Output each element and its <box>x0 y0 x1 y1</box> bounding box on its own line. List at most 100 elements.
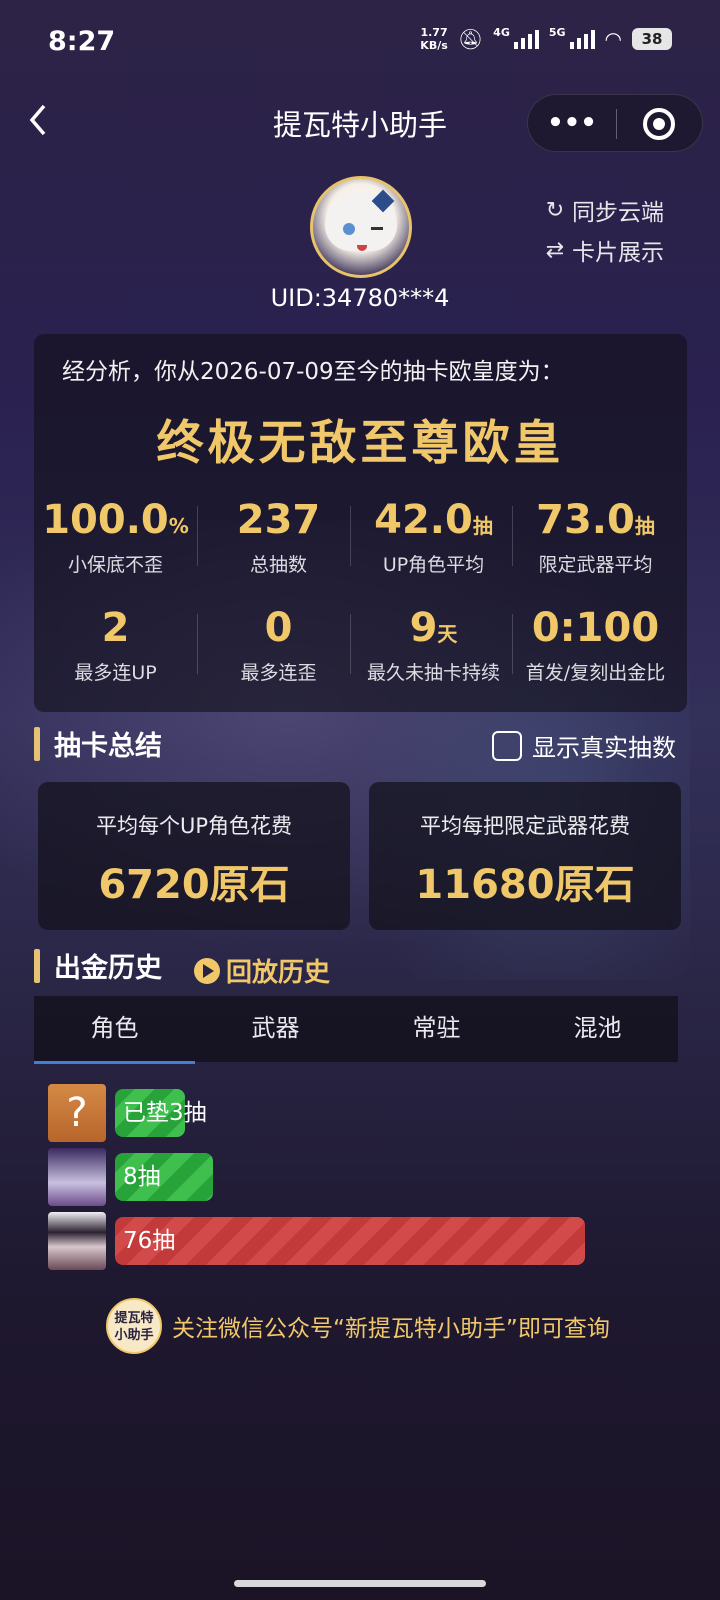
stat-number: 73.0 <box>536 497 635 543</box>
user-uid: UID:34780***4 <box>270 284 450 312</box>
stat-unit: % <box>168 514 189 538</box>
sync-cloud-button[interactable]: ↻ 同步云端 <box>544 190 664 230</box>
speed-unit: KB/s <box>420 39 448 52</box>
stat-number: 100.0 <box>42 497 169 543</box>
replay-history-button[interactable]: 回放历史 <box>194 952 330 989</box>
pity-bar: 已垫3抽 <box>115 1089 207 1137</box>
stat-unit: 抽 <box>634 514 655 538</box>
profile-actions: ↻ 同步云端 ⇄ 卡片展示 <box>544 190 664 270</box>
character-thumb <box>48 1212 106 1270</box>
stat-divider <box>512 614 513 674</box>
tab-standard[interactable]: 常驻 <box>356 996 517 1062</box>
sync-cloud-label: 同步云端 <box>572 200 664 226</box>
cost-card-title: 平均每把限定武器花费 <box>420 814 630 838</box>
section-accent-bar <box>34 948 40 983</box>
stat-label: 首发/复刻出金比 <box>525 662 666 684</box>
mute-bell-icon: 🔕︎ <box>457 27 484 51</box>
stat-number: 42.0 <box>374 497 473 543</box>
stat-label: 小保底不歪 <box>67 554 163 576</box>
app-logo: 提瓦特 小助手 <box>106 1298 162 1354</box>
status-icons: 1.77 KB/s 🔕︎ 4G 5G ◠ 38 <box>420 26 672 52</box>
summary-section-title: 抽卡总结 <box>34 724 162 763</box>
stat-value: 73.0抽 <box>514 494 677 546</box>
checkbox-icon[interactable] <box>492 730 522 761</box>
stat-number: 2 <box>101 605 130 651</box>
mini-program-capsule: ••• <box>527 94 703 152</box>
stat-value: 42.0抽 <box>352 494 515 546</box>
footer-text: 关注微信公众号“新提瓦特小助手”即可查询 <box>172 1316 610 1342</box>
tab-weapon[interactable]: 武器 <box>195 996 356 1062</box>
stat-number: 237 <box>236 497 321 543</box>
cost-card-title: 平均每个UP角色花费 <box>95 814 293 838</box>
stat-divider <box>350 614 351 674</box>
stat-label: 总抽数 <box>249 554 307 576</box>
stat-value: 9天 <box>352 602 515 654</box>
stat-value: 2 <box>34 602 197 654</box>
cost-card-value: 6720原石 <box>98 862 290 908</box>
refresh-icon: ↻ <box>545 197 565 223</box>
history-section-title: 出金历史 <box>34 946 162 985</box>
stat-divider <box>350 506 351 566</box>
stat-label: UP角色平均 <box>382 554 485 576</box>
tab-mixed[interactable]: 混池 <box>517 996 678 1062</box>
speed-value: 1.77 <box>420 26 448 39</box>
stat-cell: 9天 最久未抽卡持续 <box>352 602 515 685</box>
stat-cell: 0:100 首发/复刻出金比 <box>514 602 677 685</box>
section-accent-bar <box>34 726 40 761</box>
cost-card-weapon: 平均每把限定武器花费 11680原石 <box>369 782 681 930</box>
stat-label: 最久未抽卡持续 <box>366 662 500 684</box>
analysis-intro: 经分析，你从2026-07-09至今的抽卡欧皇度为： <box>62 359 564 385</box>
stats-row-2: 2 最多连UP 0 最多连歪 9天 最久未抽卡持续 0:100 首发/复刻出金比 <box>34 602 687 710</box>
status-time: 8:27 <box>48 26 116 57</box>
stat-cell: 0 最多连歪 <box>197 602 360 685</box>
stat-number: 0 <box>264 605 293 651</box>
luck-rank: 终极无敌至尊欧皇 <box>156 416 565 471</box>
logo-line1: 提瓦特 <box>114 1311 154 1326</box>
avatar-eye <box>343 223 355 235</box>
toggle-label: 显示真实抽数 <box>532 734 676 762</box>
summary-title-text: 抽卡总结 <box>54 731 162 762</box>
show-real-pulls-toggle[interactable]: 显示真实抽数 <box>492 728 676 763</box>
avatar[interactable] <box>310 176 412 278</box>
battery-level: 38 <box>641 30 663 48</box>
stat-value: 100.0% <box>34 494 197 546</box>
footer-promo: 提瓦特 小助手 关注微信公众号“新提瓦特小助手”即可查询 <box>106 1298 610 1354</box>
history-tabs: 角色 武器 常驻 混池 <box>34 996 678 1064</box>
wifi-icon: ◠ <box>604 27 622 51</box>
cost-card-character: 平均每个UP角色花费 6720原石 <box>38 782 350 930</box>
close-target-icon[interactable] <box>643 108 675 140</box>
stats-grid: 100.0% 小保底不歪 237 总抽数 42.0抽 UP角色平均 73.0抽 … <box>34 494 687 710</box>
stat-value: 0:100 <box>514 602 677 654</box>
stat-label: 限定武器平均 <box>538 554 653 576</box>
network-5g-label: 5G <box>548 26 566 39</box>
status-bar: 8:27 1.77 KB/s 🔕︎ 4G 5G ◠ 38 <box>0 0 720 82</box>
stat-number: 0:100 <box>531 605 660 651</box>
play-icon <box>194 957 220 984</box>
stat-cell: 2 最多连UP <box>34 602 197 685</box>
cost-card-value: 11680原石 <box>415 862 635 908</box>
battery-icon: 38 <box>632 28 672 50</box>
card-display-label: 卡片展示 <box>572 240 664 266</box>
stats-row-1: 100.0% 小保底不歪 237 总抽数 42.0抽 UP角色平均 73.0抽 … <box>34 494 687 602</box>
logo-line2: 小助手 <box>114 1328 154 1343</box>
more-dots-icon[interactable]: ••• <box>528 95 616 153</box>
stat-cell: 100.0% 小保底不歪 <box>34 494 197 577</box>
stat-unit: 抽 <box>472 514 493 538</box>
stat-unit: 天 <box>437 622 458 646</box>
avatar-wink <box>371 227 383 230</box>
network-speed: 1.77 KB/s <box>420 26 447 52</box>
stat-value: 0 <box>197 602 360 654</box>
unknown-character-thumb: ? <box>48 1084 106 1142</box>
network-4g-label: 4G <box>493 26 510 39</box>
pity-bar: 8抽 <box>115 1153 213 1201</box>
stat-cell: 73.0抽 限定武器平均 <box>514 494 677 577</box>
tab-character[interactable]: 角色 <box>34 996 195 1064</box>
home-indicator[interactable] <box>234 1580 486 1587</box>
signal-icon <box>513 29 539 49</box>
history-title-text: 出金历史 <box>54 953 162 984</box>
card-display-button[interactable]: ⇄ 卡片展示 <box>544 230 664 270</box>
stat-number: 9 <box>409 605 438 651</box>
stat-label: 最多连UP <box>74 662 157 684</box>
signal-icon-2 <box>569 29 595 49</box>
character-thumb <box>48 1148 106 1206</box>
